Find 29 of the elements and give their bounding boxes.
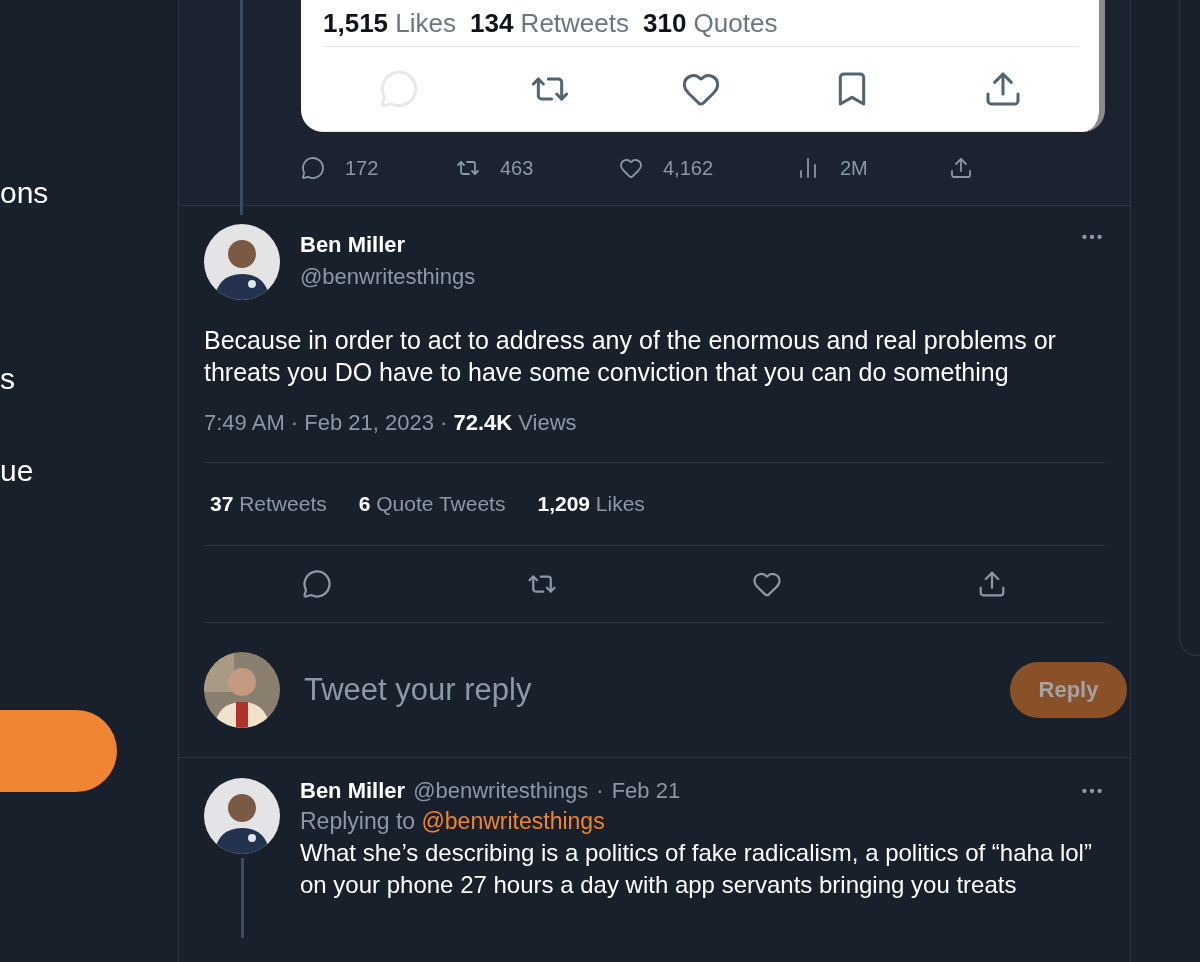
engagement-stat: 310 Quotes <box>643 7 778 39</box>
engagement-stat[interactable]: 6 Quote Tweets <box>358 492 506 516</box>
reply-icon[interactable] <box>301 156 325 180</box>
author-handle[interactable]: @benwritesthings <box>413 778 589 804</box>
author-name[interactable]: Ben Miller <box>300 778 406 804</box>
action-count: 463 <box>500 156 534 180</box>
action-count: 2M <box>840 156 868 180</box>
nav-item[interactable]: ons <box>0 176 49 212</box>
replying-to-text: Replying to @benwritesthings <box>300 808 606 835</box>
action-count: 172 <box>345 156 379 180</box>
nav-item[interactable]: ue <box>0 454 34 490</box>
reply-icon[interactable] <box>301 569 332 599</box>
share-icon[interactable] <box>949 156 973 180</box>
engagement-stat: 1,515 Likes <box>323 7 456 39</box>
tweet-timestamp: 7:49 AM · Feb 21, 2023 · 72.4K Views <box>204 410 1105 463</box>
engagement-stat: 134 Retweets <box>470 7 629 39</box>
tweet-text: Because in order to act to address any of the enormous and real problems or threats you DO have to have some conviction that you can do something <box>204 325 1057 388</box>
heart-icon[interactable] <box>619 156 643 180</box>
mention-link[interactable]: @benwritesthings <box>421 808 605 834</box>
engagement-stat[interactable]: 1,209 Likes <box>537 492 645 516</box>
author-name[interactable]: Ben Miller <box>300 232 1059 258</box>
action-count: 4,162 <box>663 156 714 180</box>
engagement-stat[interactable]: 37 Retweets <box>210 492 327 516</box>
compose-button[interactable] <box>0 710 117 792</box>
tweet-text: What she’s describing is a politics of fake radicalism, a politics of “haha lol” on your phone 27 hours a day with app servants bringing you treats <box>300 838 1093 900</box>
nav-item[interactable]: s <box>0 362 15 398</box>
tweet-date[interactable]: Feb 21 <box>611 778 681 804</box>
separator-dot: · <box>596 778 604 804</box>
author-handle[interactable]: @benwritesthings <box>300 264 1059 290</box>
